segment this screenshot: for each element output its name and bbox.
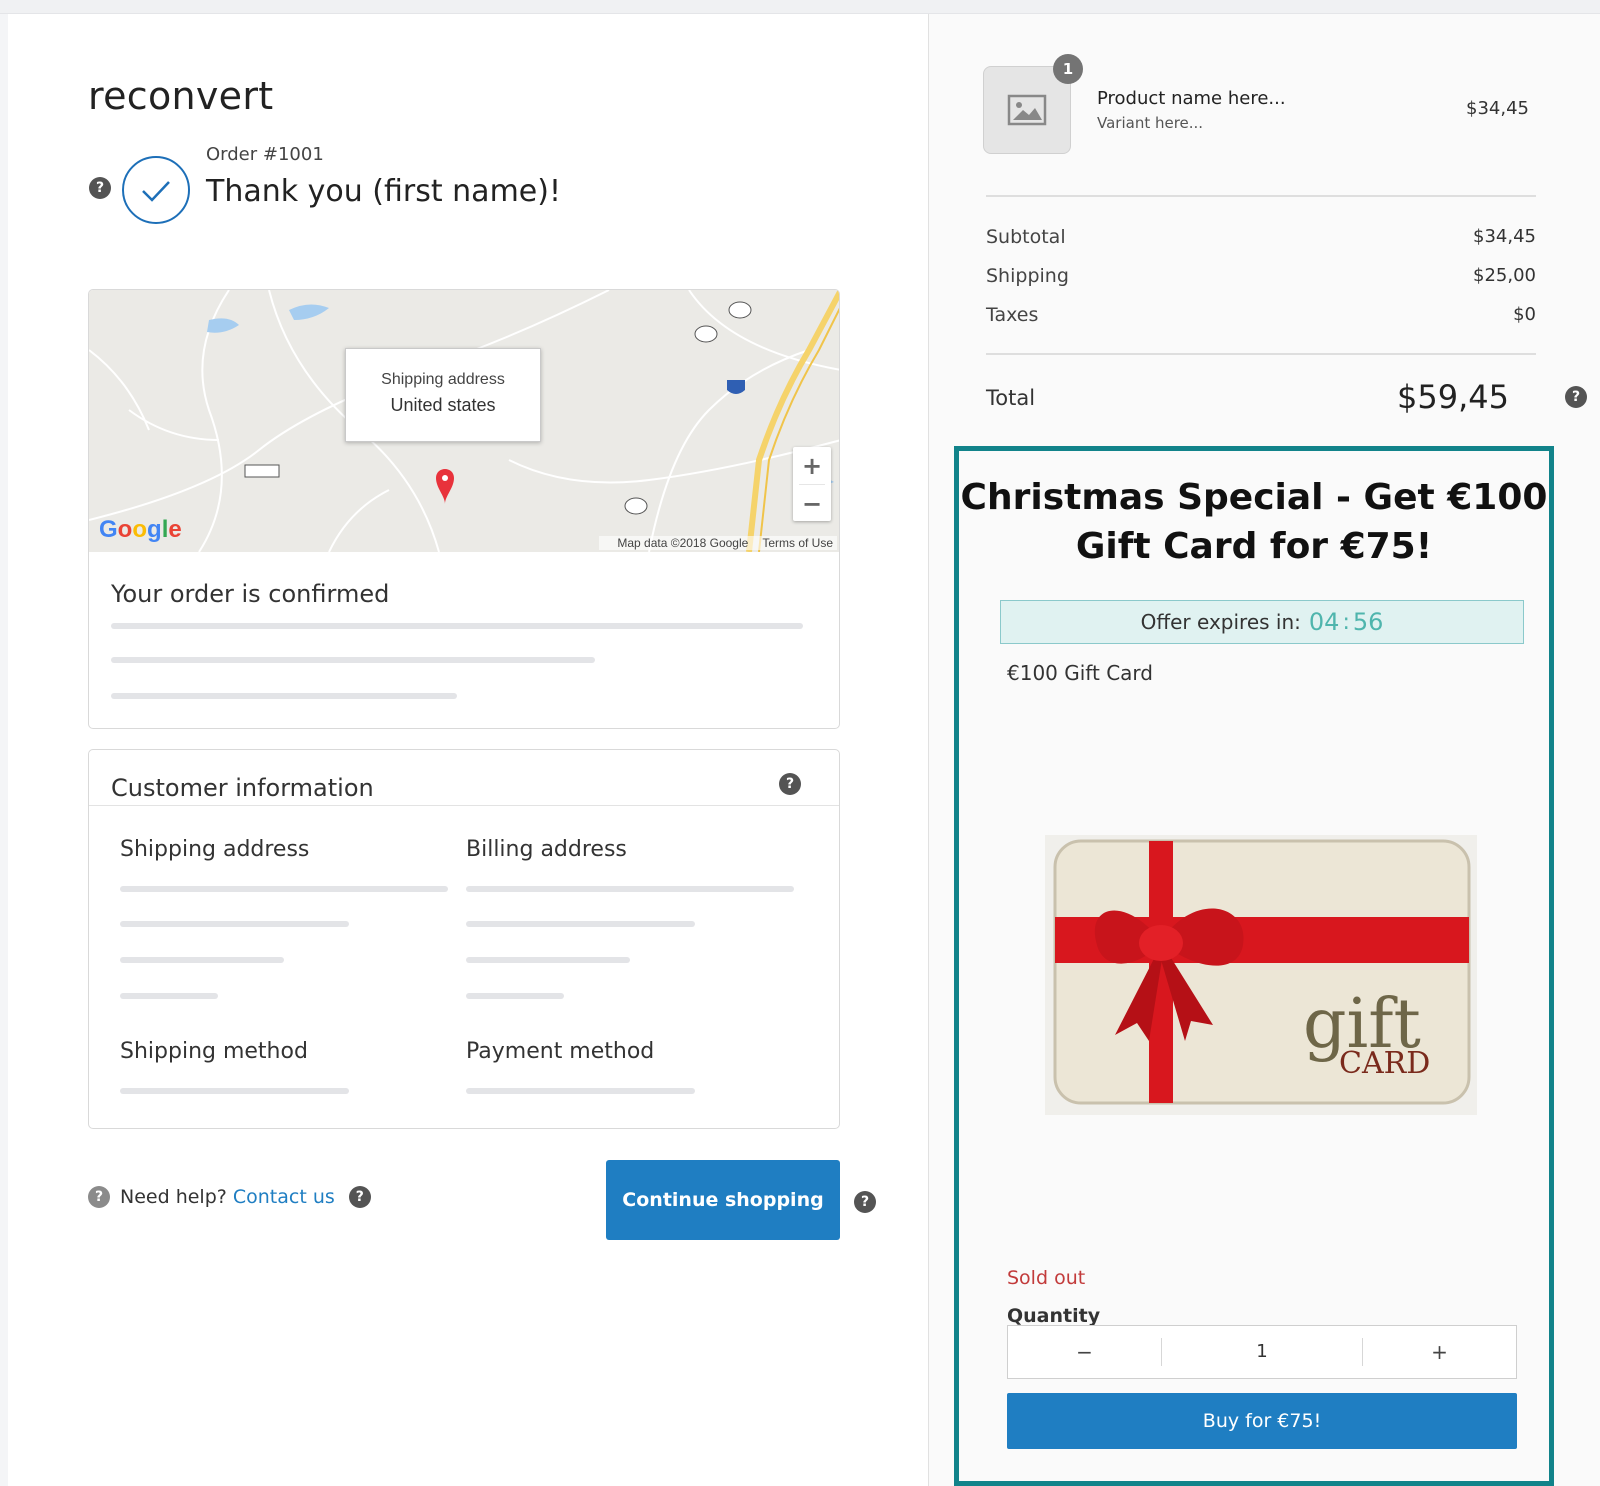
order-summary-panel: 1 Product name here... Variant here... $…	[928, 14, 1600, 1486]
google-logo: Google	[99, 516, 182, 543]
customer-information-card: Customer information ? Shipping address …	[88, 749, 840, 1129]
customer-info-header: Customer information ?	[89, 750, 839, 806]
offer-title-line-1: Christmas Special - Get €100	[960, 477, 1548, 518]
order-map-card: Shipping address United states + − Googl…	[88, 289, 840, 729]
zoom-out-button[interactable]: −	[793, 485, 831, 522]
gift-card-image: gift CARD	[1045, 835, 1477, 1115]
shipping-address-label: Shipping address	[120, 837, 310, 862]
top-strip	[0, 0, 1600, 14]
stock-status: Sold out	[1007, 1267, 1086, 1289]
summary-divider	[986, 195, 1536, 197]
billing-address-label: Billing address	[466, 837, 627, 862]
placeholder-line	[466, 957, 630, 963]
taxes-label: Taxes	[986, 304, 1039, 326]
need-help-row: ? Need help? Contact us ?	[88, 1186, 371, 1208]
offer-product-name: €100 Gift Card	[1007, 661, 1153, 685]
offer-title-line-2: Gift Card for €75!	[1075, 526, 1433, 567]
shipping-value: $25,00	[1473, 265, 1536, 286]
tooltip-title: Shipping address	[381, 371, 505, 388]
countdown-label: Offer expires in:	[1140, 610, 1301, 634]
image-placeholder-icon	[1007, 94, 1047, 126]
map-attribution: Map data ©2018 Google Terms of Use	[599, 536, 837, 550]
help-icon[interactable]: ?	[854, 1191, 876, 1213]
placeholder-line	[111, 657, 595, 663]
help-icon[interactable]: ?	[1565, 386, 1587, 408]
subtotal-label: Subtotal	[986, 226, 1066, 248]
zoom-in-button[interactable]: +	[793, 447, 831, 484]
quantity-increment-button[interactable]: +	[1363, 1340, 1516, 1364]
countdown-seconds: 56	[1352, 608, 1384, 636]
card-text-image: CARD	[1339, 1046, 1430, 1081]
help-icon[interactable]: ?	[88, 1186, 110, 1208]
total-label: Total	[986, 386, 1036, 410]
subtotal-value: $34,45	[1473, 226, 1536, 247]
quantity-label: Quantity	[1007, 1305, 1101, 1327]
continue-shopping-button[interactable]: Continue shopping	[606, 1160, 840, 1240]
placeholder-line	[466, 921, 695, 927]
offer-countdown: Offer expires in: 04 : 56	[1000, 600, 1524, 644]
placeholder-line	[111, 623, 803, 629]
help-icon[interactable]: ?	[779, 773, 801, 795]
placeholder-line	[466, 1088, 695, 1094]
product-price: $34,45	[1466, 98, 1529, 119]
terms-of-use-link[interactable]: Terms of Use	[762, 536, 833, 550]
quantity-decrement-button[interactable]: −	[1008, 1340, 1161, 1364]
placeholder-line	[466, 993, 564, 999]
store-logo-text: reconvert	[88, 74, 274, 118]
thank-you-heading: Thank you (first name)!	[206, 174, 561, 209]
confirmation-check-icon	[122, 156, 190, 224]
total-value: $59,45	[1397, 378, 1509, 416]
quantity-input[interactable]: 1	[1161, 1338, 1363, 1366]
quantity-stepper: − 1 +	[1007, 1325, 1517, 1379]
help-icon[interactable]: ?	[348, 1186, 371, 1208]
countdown-minutes: 04	[1308, 608, 1340, 636]
shipping-address-tooltip: Shipping address United states	[345, 348, 541, 442]
placeholder-line	[120, 957, 284, 963]
summary-divider	[986, 353, 1536, 355]
contact-us-link[interactable]: Contact us	[233, 1186, 335, 1208]
order-number: Order #1001	[206, 144, 324, 165]
placeholder-line	[120, 993, 218, 999]
product-name: Product name here...	[1097, 88, 1286, 109]
placeholder-line	[111, 693, 457, 699]
placeholder-line	[120, 1088, 349, 1094]
buy-offer-button[interactable]: Buy for €75!	[1007, 1393, 1517, 1449]
placeholder-line	[466, 886, 794, 892]
order-status-panel: reconvert ? Order #1001 Thank you (first…	[8, 14, 928, 1486]
countdown-colon: :	[1342, 609, 1350, 635]
shipping-label: Shipping	[986, 265, 1069, 287]
need-help-text: Need help?	[120, 1186, 227, 1208]
offer-title: Christmas Special - Get €100 Gift Card f…	[959, 473, 1549, 571]
customer-info-title: Customer information	[111, 774, 374, 802]
map-data-text: Map data ©2018 Google	[617, 536, 749, 550]
product-variant: Variant here...	[1097, 114, 1204, 132]
shipping-map[interactable]: Shipping address United states + − Googl…	[89, 290, 839, 552]
tooltip-country: United states	[390, 395, 496, 415]
help-icon[interactable]: ?	[89, 177, 111, 199]
shipping-method-label: Shipping method	[120, 1039, 308, 1064]
order-confirmed-title: Your order is confirmed	[111, 580, 390, 608]
post-purchase-offer: Christmas Special - Get €100 Gift Card f…	[954, 446, 1554, 1486]
map-zoom-controls: + −	[793, 447, 831, 521]
gift-card-illustration: gift CARD	[1053, 839, 1471, 1105]
payment-method-label: Payment method	[466, 1039, 655, 1064]
item-quantity-badge: 1	[1053, 54, 1083, 84]
placeholder-line	[120, 921, 349, 927]
taxes-value: $0	[1513, 304, 1536, 325]
placeholder-line	[120, 886, 448, 892]
